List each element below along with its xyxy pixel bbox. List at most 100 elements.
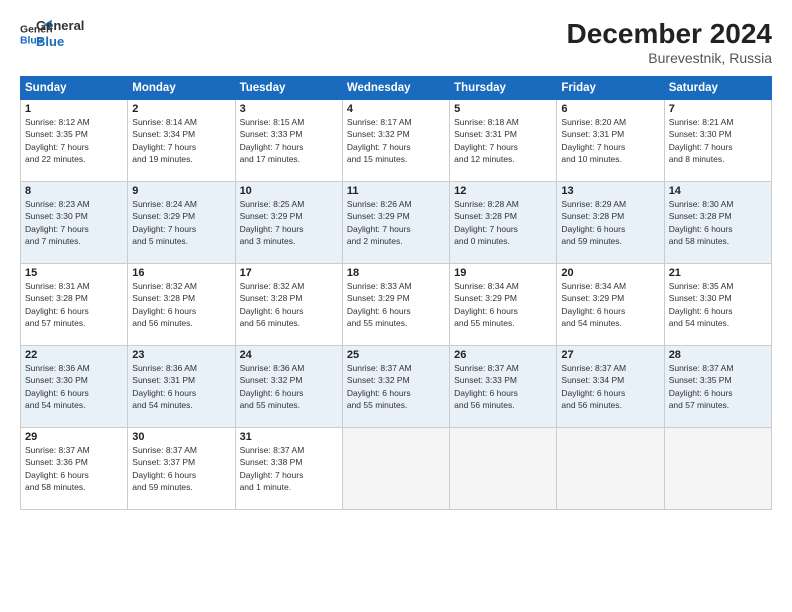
day-info: Sunrise: 8:28 AMSunset: 3:28 PMDaylight:… [454,198,552,247]
day-number: 2 [132,103,230,115]
calendar-cell: 22Sunrise: 8:36 AMSunset: 3:30 PMDayligh… [21,346,128,428]
day-number: 24 [240,349,338,361]
day-number: 5 [454,103,552,115]
day-info: Sunrise: 8:30 AMSunset: 3:28 PMDaylight:… [669,198,767,247]
day-info: Sunrise: 8:14 AMSunset: 3:34 PMDaylight:… [132,116,230,165]
day-info: Sunrise: 8:20 AMSunset: 3:31 PMDaylight:… [561,116,659,165]
day-number: 13 [561,185,659,197]
day-info: Sunrise: 8:33 AMSunset: 3:29 PMDaylight:… [347,280,445,329]
day-info: Sunrise: 8:36 AMSunset: 3:31 PMDaylight:… [132,362,230,411]
day-number: 23 [132,349,230,361]
calendar-cell: 14Sunrise: 8:30 AMSunset: 3:28 PMDayligh… [664,182,771,264]
day-number: 18 [347,267,445,279]
day-number: 4 [347,103,445,115]
calendar-cell: 6Sunrise: 8:20 AMSunset: 3:31 PMDaylight… [557,100,664,182]
weekday-monday: Monday [128,77,235,100]
calendar-cell: 11Sunrise: 8:26 AMSunset: 3:29 PMDayligh… [342,182,449,264]
day-info: Sunrise: 8:37 AMSunset: 3:33 PMDaylight:… [454,362,552,411]
week-row-3: 15Sunrise: 8:31 AMSunset: 3:28 PMDayligh… [21,264,772,346]
calendar-cell: 23Sunrise: 8:36 AMSunset: 3:31 PMDayligh… [128,346,235,428]
logo: General Blue General Blue [20,18,84,50]
calendar-cell: 16Sunrise: 8:32 AMSunset: 3:28 PMDayligh… [128,264,235,346]
logo-general: General [36,18,84,34]
calendar-cell: 9Sunrise: 8:24 AMSunset: 3:29 PMDaylight… [128,182,235,264]
calendar-cell: 2Sunrise: 8:14 AMSunset: 3:34 PMDaylight… [128,100,235,182]
day-info: Sunrise: 8:15 AMSunset: 3:33 PMDaylight:… [240,116,338,165]
calendar-cell: 28Sunrise: 8:37 AMSunset: 3:35 PMDayligh… [664,346,771,428]
day-number: 28 [669,349,767,361]
day-info: Sunrise: 8:25 AMSunset: 3:29 PMDaylight:… [240,198,338,247]
day-number: 26 [454,349,552,361]
weekday-wednesday: Wednesday [342,77,449,100]
day-info: Sunrise: 8:32 AMSunset: 3:28 PMDaylight:… [240,280,338,329]
day-number: 21 [669,267,767,279]
day-number: 11 [347,185,445,197]
day-info: Sunrise: 8:37 AMSunset: 3:38 PMDaylight:… [240,444,338,493]
day-number: 12 [454,185,552,197]
day-number: 10 [240,185,338,197]
calendar-cell: 25Sunrise: 8:37 AMSunset: 3:32 PMDayligh… [342,346,449,428]
day-number: 22 [25,349,123,361]
day-info: Sunrise: 8:31 AMSunset: 3:28 PMDaylight:… [25,280,123,329]
day-number: 29 [25,431,123,443]
calendar-cell: 4Sunrise: 8:17 AMSunset: 3:32 PMDaylight… [342,100,449,182]
day-number: 19 [454,267,552,279]
calendar-cell: 5Sunrise: 8:18 AMSunset: 3:31 PMDaylight… [450,100,557,182]
week-row-4: 22Sunrise: 8:36 AMSunset: 3:30 PMDayligh… [21,346,772,428]
calendar-cell: 27Sunrise: 8:37 AMSunset: 3:34 PMDayligh… [557,346,664,428]
day-number: 31 [240,431,338,443]
day-info: Sunrise: 8:18 AMSunset: 3:31 PMDaylight:… [454,116,552,165]
day-number: 16 [132,267,230,279]
week-row-1: 1Sunrise: 8:12 AMSunset: 3:35 PMDaylight… [21,100,772,182]
day-info: Sunrise: 8:37 AMSunset: 3:36 PMDaylight:… [25,444,123,493]
calendar-cell: 8Sunrise: 8:23 AMSunset: 3:30 PMDaylight… [21,182,128,264]
calendar-cell: 1Sunrise: 8:12 AMSunset: 3:35 PMDaylight… [21,100,128,182]
weekday-saturday: Saturday [664,77,771,100]
day-number: 3 [240,103,338,115]
day-number: 17 [240,267,338,279]
weekday-sunday: Sunday [21,77,128,100]
day-number: 30 [132,431,230,443]
day-info: Sunrise: 8:34 AMSunset: 3:29 PMDaylight:… [454,280,552,329]
calendar-cell: 21Sunrise: 8:35 AMSunset: 3:30 PMDayligh… [664,264,771,346]
day-number: 25 [347,349,445,361]
calendar-cell [342,428,449,510]
calendar-cell: 29Sunrise: 8:37 AMSunset: 3:36 PMDayligh… [21,428,128,510]
calendar-cell: 19Sunrise: 8:34 AMSunset: 3:29 PMDayligh… [450,264,557,346]
page: General Blue General Blue December 2024 … [0,0,792,612]
header: General Blue General Blue December 2024 … [20,18,772,66]
day-number: 6 [561,103,659,115]
day-info: Sunrise: 8:12 AMSunset: 3:35 PMDaylight:… [25,116,123,165]
day-info: Sunrise: 8:36 AMSunset: 3:32 PMDaylight:… [240,362,338,411]
calendar-cell [450,428,557,510]
day-number: 9 [132,185,230,197]
title-block: December 2024 Burevestnik, Russia [567,18,772,66]
day-info: Sunrise: 8:24 AMSunset: 3:29 PMDaylight:… [132,198,230,247]
day-info: Sunrise: 8:21 AMSunset: 3:30 PMDaylight:… [669,116,767,165]
day-number: 27 [561,349,659,361]
weekday-thursday: Thursday [450,77,557,100]
week-row-2: 8Sunrise: 8:23 AMSunset: 3:30 PMDaylight… [21,182,772,264]
day-info: Sunrise: 8:36 AMSunset: 3:30 PMDaylight:… [25,362,123,411]
weekday-tuesday: Tuesday [235,77,342,100]
calendar-cell: 26Sunrise: 8:37 AMSunset: 3:33 PMDayligh… [450,346,557,428]
day-number: 14 [669,185,767,197]
calendar-cell: 31Sunrise: 8:37 AMSunset: 3:38 PMDayligh… [235,428,342,510]
day-number: 1 [25,103,123,115]
day-info: Sunrise: 8:17 AMSunset: 3:32 PMDaylight:… [347,116,445,165]
calendar-cell: 12Sunrise: 8:28 AMSunset: 3:28 PMDayligh… [450,182,557,264]
calendar-cell [557,428,664,510]
weekday-friday: Friday [557,77,664,100]
calendar-cell: 15Sunrise: 8:31 AMSunset: 3:28 PMDayligh… [21,264,128,346]
day-number: 15 [25,267,123,279]
calendar-cell: 20Sunrise: 8:34 AMSunset: 3:29 PMDayligh… [557,264,664,346]
calendar-cell: 17Sunrise: 8:32 AMSunset: 3:28 PMDayligh… [235,264,342,346]
month-year: December 2024 [567,18,772,50]
calendar-cell [664,428,771,510]
day-info: Sunrise: 8:32 AMSunset: 3:28 PMDaylight:… [132,280,230,329]
calendar-cell: 30Sunrise: 8:37 AMSunset: 3:37 PMDayligh… [128,428,235,510]
day-info: Sunrise: 8:37 AMSunset: 3:32 PMDaylight:… [347,362,445,411]
logo-blue: Blue [36,34,84,50]
calendar-cell: 7Sunrise: 8:21 AMSunset: 3:30 PMDaylight… [664,100,771,182]
day-info: Sunrise: 8:34 AMSunset: 3:29 PMDaylight:… [561,280,659,329]
